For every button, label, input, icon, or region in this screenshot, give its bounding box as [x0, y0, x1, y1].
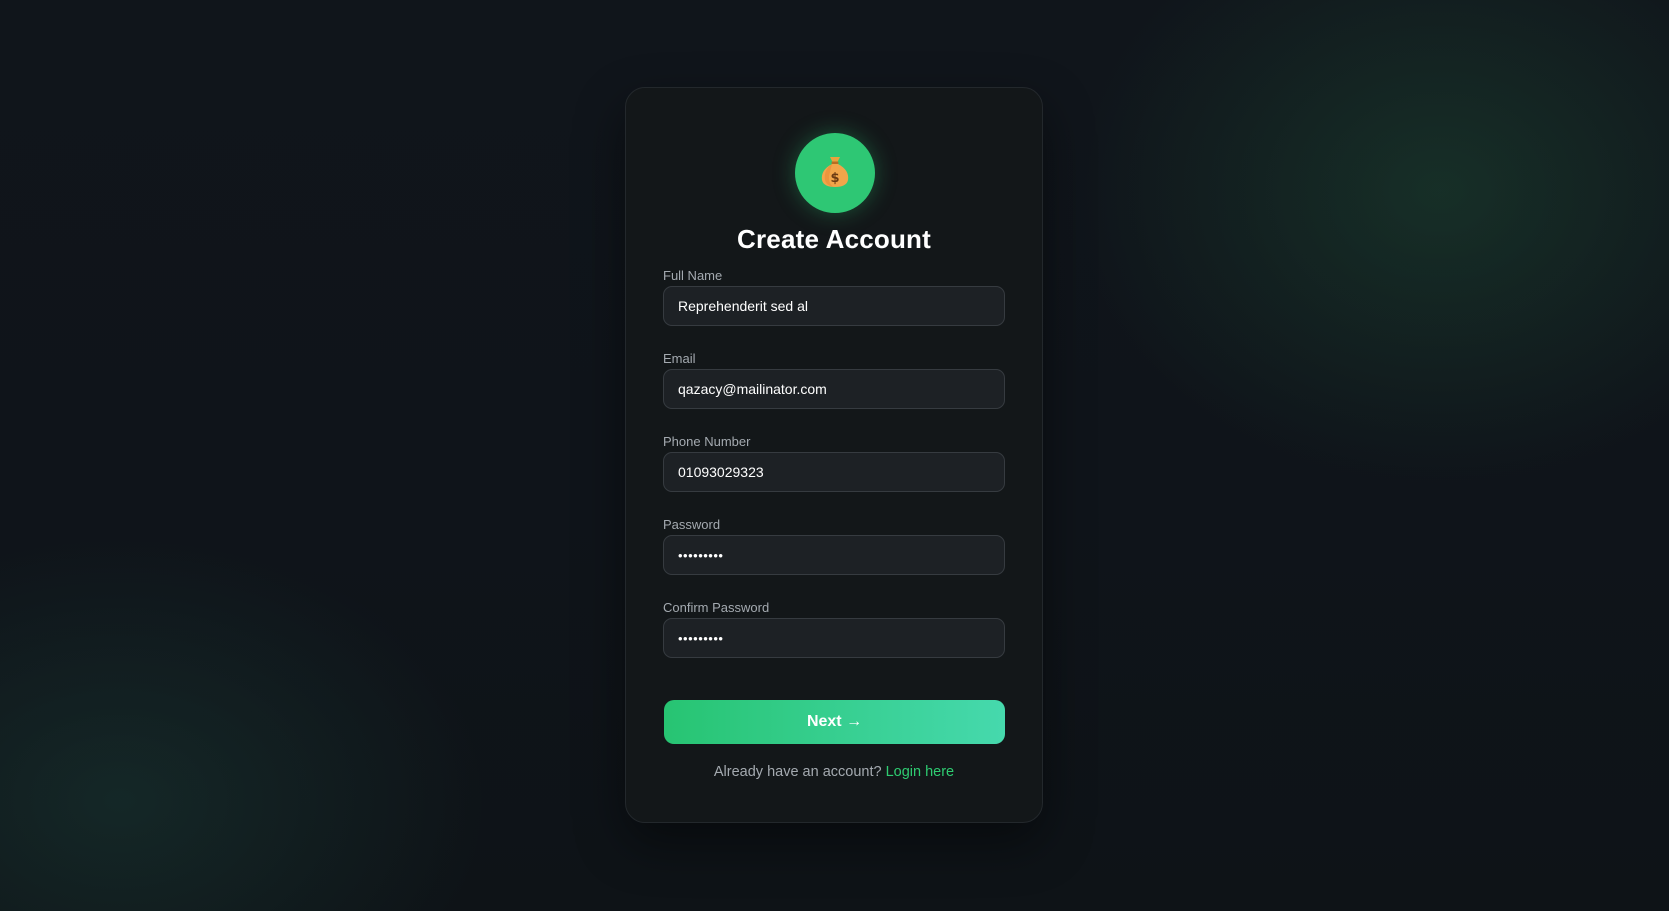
password-label: Password [663, 517, 721, 532]
email-label: Email [663, 351, 696, 366]
login-prompt: Already have an account? Login here [626, 764, 1042, 780]
full-name-label: Full Name [663, 268, 723, 283]
confirm-password-label: Confirm Password [663, 600, 770, 615]
login-link[interactable]: Login here [886, 764, 955, 780]
email-field[interactable] [663, 369, 1005, 409]
logo-badge: $ [795, 133, 875, 213]
signup-card: $ Create Account Full Name Email Phone N… [625, 87, 1043, 823]
confirm-password-field[interactable] [663, 618, 1005, 658]
money-bag-icon: $ [820, 154, 850, 193]
phone-field[interactable] [663, 452, 1005, 492]
phone-label: Phone Number [663, 434, 751, 449]
next-button[interactable]: Next → [664, 700, 1005, 744]
login-prompt-text: Already have an account? [713, 764, 882, 780]
page-title: Create Account [737, 224, 931, 254]
svg-text:$: $ [830, 171, 839, 186]
password-field[interactable] [663, 535, 1005, 575]
full-name-field[interactable] [663, 286, 1005, 326]
